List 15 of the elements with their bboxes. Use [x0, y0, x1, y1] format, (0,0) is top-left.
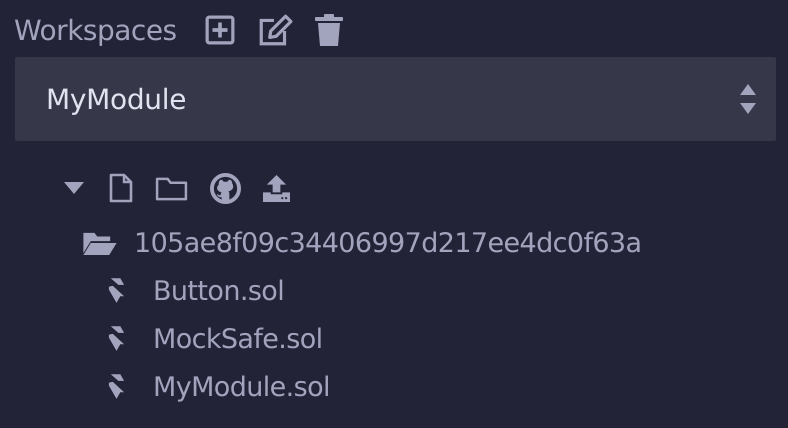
- workspace-select[interactable]: MyModule: [15, 57, 776, 141]
- panel-title: Workspaces: [14, 14, 177, 46]
- file-name[interactable]: MockSafe.sol: [153, 324, 323, 354]
- add-icon[interactable]: [204, 15, 235, 45]
- github-icon[interactable]: [210, 172, 241, 204]
- folder-name[interactable]: 105ae8f09c34406997d217ee4dc0f63a: [134, 228, 642, 258]
- file-name[interactable]: MyModule.sol: [153, 372, 330, 402]
- caret-icon[interactable]: [64, 182, 84, 194]
- edit-icon[interactable]: [256, 14, 293, 46]
- new-file-icon[interactable]: [109, 173, 133, 203]
- sort-icon: [740, 84, 756, 114]
- new-folder-icon[interactable]: [155, 176, 188, 200]
- file-name[interactable]: Button.sol: [153, 276, 284, 306]
- trash-icon[interactable]: [314, 14, 343, 46]
- upload-icon[interactable]: [263, 174, 290, 202]
